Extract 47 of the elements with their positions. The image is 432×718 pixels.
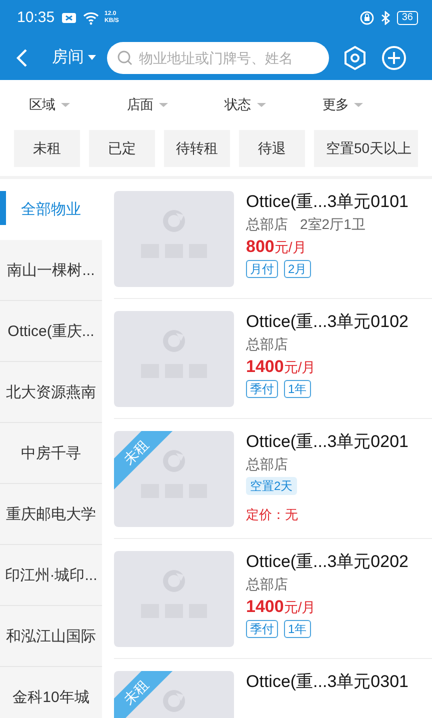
store-name: 总部店	[246, 216, 288, 234]
listing-title[interactable]: Ottice(重...3单元0202	[246, 551, 409, 573]
store-name: 总部店	[246, 336, 288, 354]
rent-price: 800元/月	[246, 237, 308, 257]
caret-icon	[354, 102, 364, 108]
lock-icon	[360, 10, 374, 24]
tag: 月付	[246, 260, 278, 278]
settings-icon[interactable]	[342, 44, 368, 70]
bluetooth-icon	[380, 10, 391, 24]
listing-title[interactable]: Ottice(重...3单元0301	[246, 671, 409, 693]
tag: 1年	[284, 380, 311, 398]
room-layout: 2室2厅1卫	[300, 216, 366, 234]
store-name: 总部店	[246, 456, 288, 474]
filter-chip[interactable]: 未租	[14, 130, 80, 167]
filter-chip[interactable]: 待转租	[164, 130, 230, 167]
wifi-icon	[82, 10, 99, 24]
listing-title[interactable]: Ottice(重...3单元0102	[246, 311, 409, 333]
filter-dropdown[interactable]: 状态	[224, 96, 322, 114]
search-icon	[117, 50, 133, 66]
rent-price: 1400元/月	[246, 357, 317, 377]
filter-chip[interactable]: 空置50天以上	[314, 130, 418, 167]
listing-title[interactable]: Ottice(重...3单元0101	[246, 191, 409, 213]
filter-dropdown[interactable]: 店面	[126, 96, 224, 114]
caret-icon	[61, 102, 70, 108]
tag: 季付	[246, 620, 278, 638]
store-name: 总部店	[246, 576, 288, 594]
tag: 2月	[284, 260, 311, 278]
listing-title[interactable]: Ottice(重...3单元0201	[246, 431, 409, 453]
filter-dropdown[interactable]: 更多	[322, 96, 420, 114]
caret-icon	[256, 102, 266, 108]
rent-price: 1400元/月	[246, 597, 317, 617]
search-field[interactable]: 物业地址或门牌号、姓名	[107, 42, 329, 74]
page-title-dropdown[interactable]: 房间	[52, 47, 97, 68]
tag: 季付	[246, 380, 278, 398]
filter-chip[interactable]: 已定	[89, 130, 155, 167]
clock: 10:35	[17, 9, 55, 26]
tag: 空置2天	[246, 477, 297, 495]
message-icon	[60, 10, 77, 24]
caret-icon	[158, 102, 168, 108]
caret-icon	[87, 54, 97, 61]
tag: 1年	[284, 620, 311, 638]
price-note: 定价：无	[246, 506, 299, 524]
filter-chip[interactable]: 待退	[239, 130, 305, 167]
sidebar-item[interactable]: 全部物业	[0, 179, 102, 240]
add-icon[interactable]	[381, 44, 407, 70]
filter-dropdown[interactable]: 区域	[29, 96, 127, 114]
battery-level: 36	[396, 10, 418, 24]
